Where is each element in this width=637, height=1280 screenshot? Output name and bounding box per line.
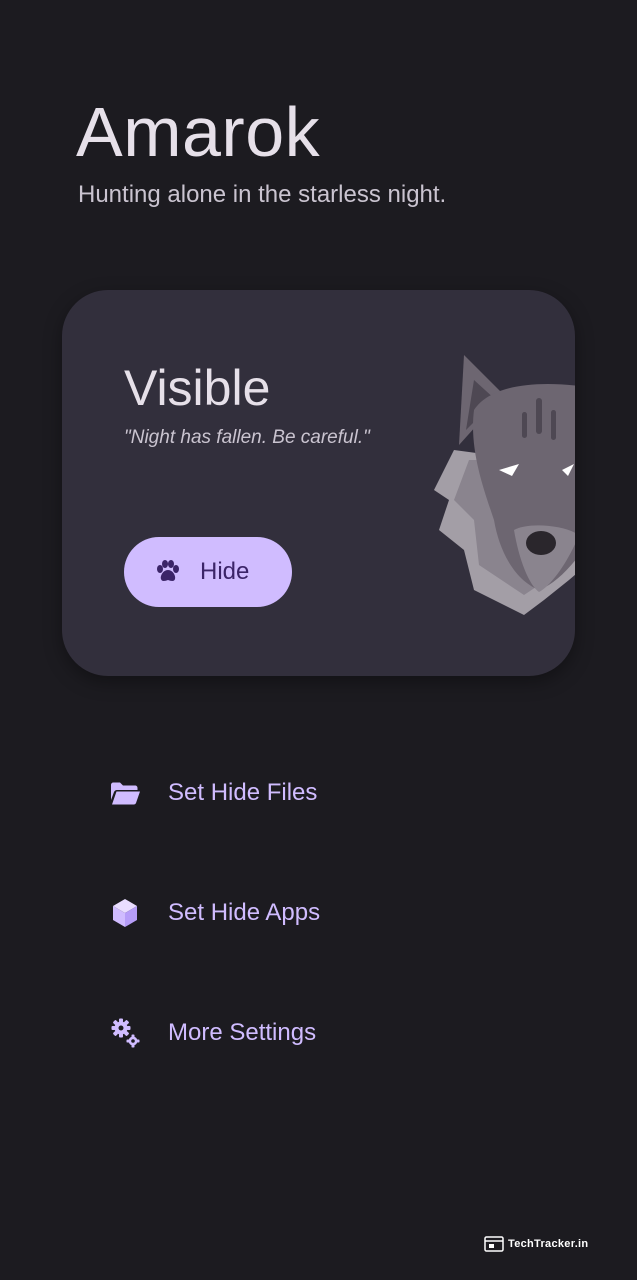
status-card: Visible "Night has fallen. Be careful." … [62,290,575,676]
paw-icon [154,558,182,586]
status-quote: "Night has fallen. Be careful." [124,427,370,448]
gears-icon [108,1016,142,1050]
app-subtitle: Hunting alone in the starless night. [78,181,447,208]
watermark: TechTracker.in [484,1236,588,1252]
menu-item-more-settings[interactable]: More Settings [108,1009,316,1057]
menu-item-label: Set Hide Apps [168,899,321,926]
menu-item-set-hide-apps[interactable]: Set Hide Apps [108,889,320,937]
hide-button[interactable]: Hide [124,537,292,607]
menu-item-label: More Settings [168,1019,317,1046]
app-title: Amarok [76,93,321,171]
wolf-illustration [434,355,575,615]
menu-item-set-hide-files[interactable]: Set Hide Files [108,769,317,817]
watermark-text: TechTracker.in [508,1238,589,1250]
folder-open-icon [108,776,142,810]
browser-window-icon [484,1236,504,1252]
status-title: Visible [124,360,271,416]
home-screen: Amarok Hunting alone in the starless nig… [0,0,637,1280]
menu-item-label: Set Hide Files [168,779,318,806]
hide-button-label: Hide [200,558,250,585]
cube-icon [108,896,142,930]
